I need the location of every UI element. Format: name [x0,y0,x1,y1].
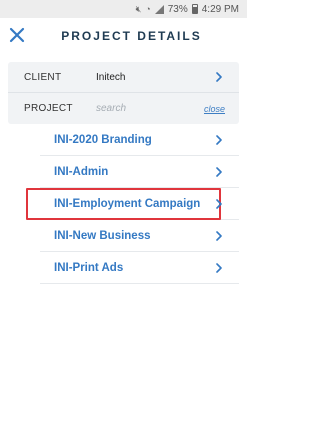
chevron-right-icon [216,199,222,209]
project-item-highlighted[interactable]: INI-Employment Campaign [26,188,239,220]
wifi-icon: ◔ [145,4,151,14]
project-item-label: INI-2020 Branding [54,133,152,146]
project-item-label: INI-Employment Campaign [54,197,201,210]
status-bar: 🔇︎ ◔ 73% 4:29 PM [0,0,247,18]
chevron-right-icon [216,263,222,273]
chevron-right-icon [216,167,222,177]
battery-percent: 73% [167,3,188,15]
project-item[interactable]: INI-New Business [40,220,239,252]
signal-icon [154,4,164,14]
project-item[interactable]: INI-Print Ads [40,252,239,284]
chevron-right-icon [216,231,222,241]
header: PROJECT DETAILS [0,18,247,54]
project-item-label: INI-New Business [54,229,151,242]
close-search-link[interactable]: close [204,104,225,114]
project-row: PROJECT close [8,93,239,124]
chevron-right-icon [216,135,222,145]
project-list: INI-2020 Branding INI-Admin INI-Employme… [26,124,239,284]
project-item[interactable]: INI-Admin [40,156,239,188]
page-title: PROJECT DETAILS [61,29,202,43]
mute-icon: 🔇︎ [135,3,142,14]
status-time: 4:29 PM [201,3,239,15]
client-label: CLIENT [24,71,62,83]
project-item-label: INI-Print Ads [54,261,124,274]
battery-icon [191,4,198,14]
project-label: PROJECT [24,103,73,114]
client-row[interactable]: CLIENT Initech [8,62,239,93]
project-search-input[interactable] [96,101,196,116]
chevron-right-icon [216,72,222,82]
client-value: Initech [96,71,126,83]
project-item[interactable]: INI-2020 Branding [40,124,239,156]
project-item-label: INI-Admin [54,165,109,178]
filter-panel: CLIENT Initech PROJECT close [8,62,239,124]
